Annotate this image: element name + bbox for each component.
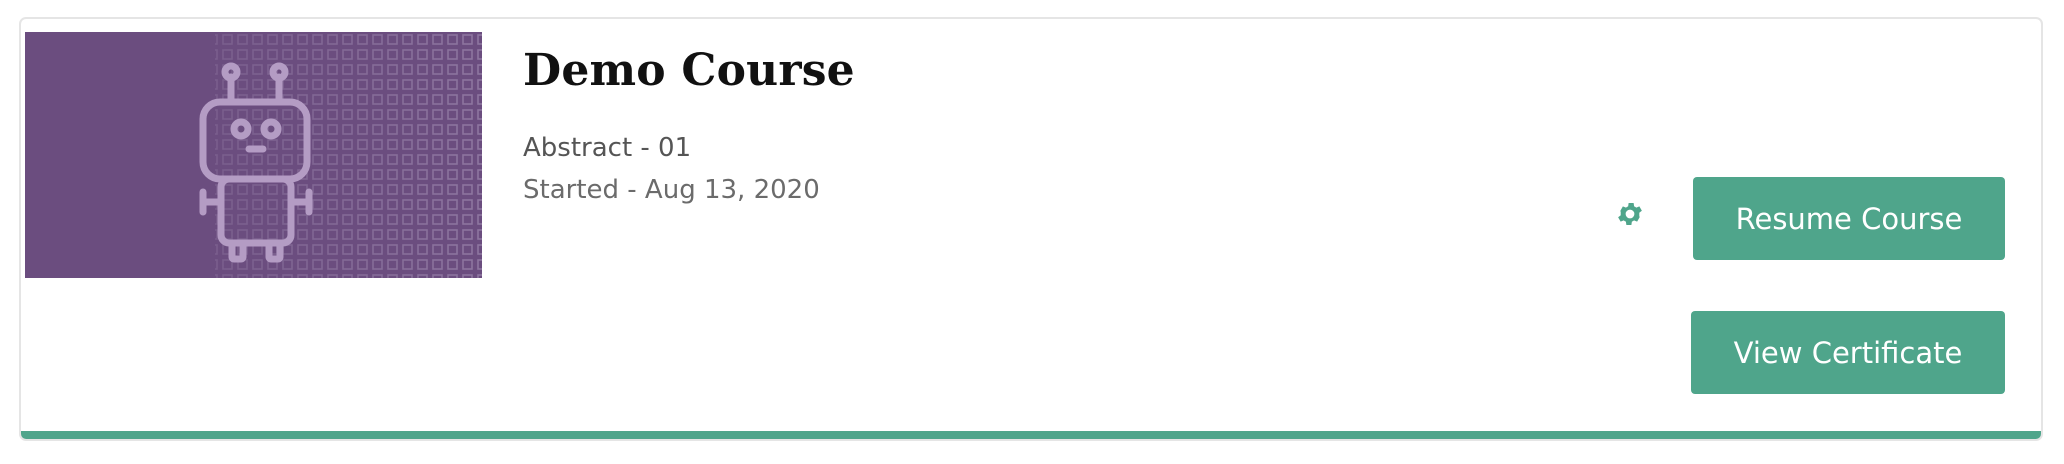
- course-thumbnail[interactable]: [25, 32, 482, 278]
- view-certificate-button[interactable]: View Certificate: [1691, 311, 2005, 394]
- resume-course-button[interactable]: Resume Course: [1693, 177, 2005, 260]
- course-abstract: Abstract - 01: [523, 133, 692, 163]
- gear-icon[interactable]: [1615, 199, 1645, 229]
- course-thumbnail-image: [199, 32, 482, 278]
- course-title[interactable]: Demo Course: [523, 45, 855, 96]
- card-bottom-accent-bar: [21, 431, 2041, 439]
- course-card: Demo Course Abstract - 01 Started - Aug …: [19, 17, 2043, 441]
- course-start-date: Started - Aug 13, 2020: [523, 175, 820, 205]
